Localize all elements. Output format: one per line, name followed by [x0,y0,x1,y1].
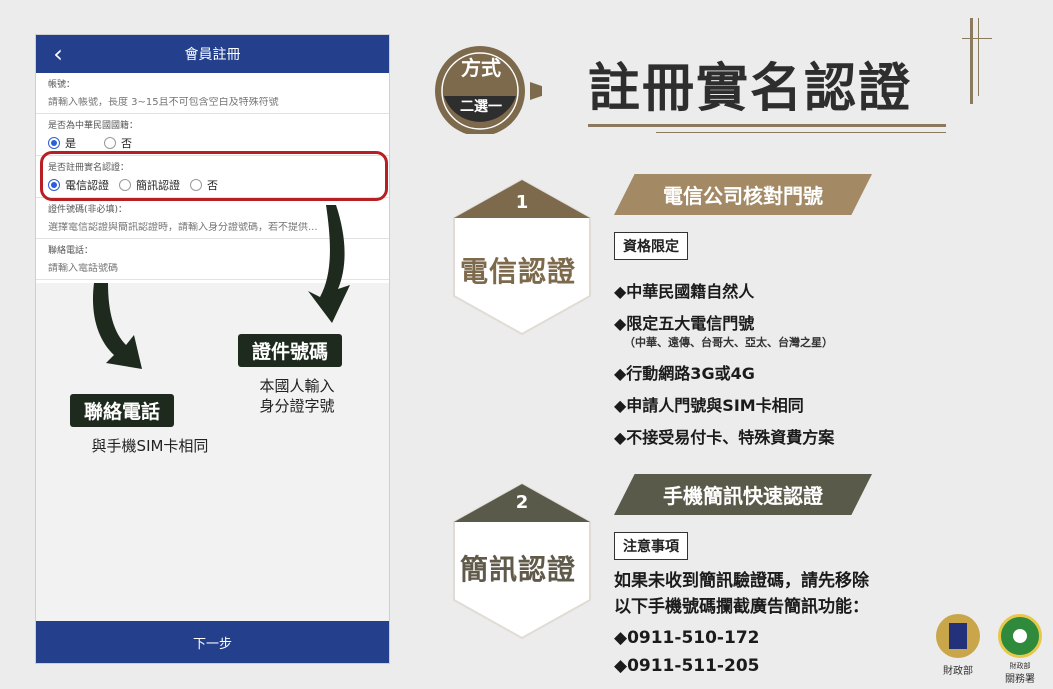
method2-notice-line2: 以下手機號碼攔截廣告簡訊功能： [614,597,869,617]
mof-logo: 財政部 [930,614,986,677]
title-vertical-line [970,18,973,104]
phone-callout-tag: 聯絡電話 [70,394,175,427]
method2-notice: 如果未收到簡訊驗證碼，請先移除 以下手機號碼攔截廣告簡訊功能： [614,568,869,620]
method1-bullet-2: ◆限定五大電信門號 [614,314,755,333]
title-cross-line [962,38,992,39]
customs-emblem-icon [998,614,1042,658]
phone-title: 會員註冊 [184,47,241,63]
arrow-down-right-icon [308,205,350,323]
nationality-yes-radio[interactable]: 是 [48,135,76,151]
back-arrow-icon[interactable]: ‹ [44,40,72,68]
method1-sub-note: （中華、遠傳、台哥大、亞太、台灣之星） [624,336,833,349]
title-underline-thin [656,132,946,133]
method2-number-2: ◆0911-511-205 [614,656,760,676]
method2-notice-line1: 如果未收到簡訊驗證碼，請先移除 [614,571,869,591]
nationality-label: 是否為中華民國國籍： [48,121,139,131]
method2-number-1: ◆0911-510-172 [614,628,760,648]
radio-checked-icon [48,137,60,149]
title-vertical-line-thin [978,18,979,96]
customs-sublabel: 財政部 [1009,662,1031,670]
method1-number: 1 [515,192,529,213]
id-callout-desc: 本國人輸入 身分證字號 [232,376,362,416]
page-title: 註冊實名認證 [588,59,913,119]
nationality-no-label: 否 [121,137,132,150]
phone-header: ‹ 會員註冊 [36,35,389,73]
account-label: 帳號： [48,80,76,90]
account-field: 帳號： [36,73,389,114]
method2-number: 2 [515,492,529,513]
nationality-yes-label: 是 [65,137,76,150]
nationality-field: 是否為中華民國國籍： 是 否 [36,114,389,156]
method1-bullet-5: ◆不接受易付卡、特殊資費方案 [614,428,835,447]
mof-label: 財政部 [943,666,973,677]
radio-unchecked-icon [104,137,116,149]
method1-bullet-4: ◆申請人門號與SIM卡相同 [614,396,804,415]
id-callout-line1: 本國人輸入 [259,377,335,395]
arrow-down-left-icon [92,283,142,369]
badge-top-text: 方式 [461,56,501,80]
phone-callout-desc: 與手機SIM卡相同 [91,437,209,455]
method1-bullet-1: ◆中華民國籍自然人 [614,282,755,301]
id-callout-line2: 身分證字號 [259,397,335,415]
method1-box-label: 資格限定 [614,232,688,260]
nationality-no-radio[interactable]: 否 [104,135,132,151]
method2-name: 簡訊認證 [460,553,577,586]
next-step-button[interactable]: 下一步 [36,621,389,663]
method1-name: 電信認證 [460,255,577,288]
mof-emblem-icon [936,614,980,658]
method2-box-label: 注意事項 [614,532,688,560]
title-underline [588,124,946,127]
customs-logo: 財政部 關務署 [992,614,1048,685]
account-input[interactable] [48,97,377,108]
id-callout-tag: 證件號碼 [238,334,343,367]
method1-bullet-3: ◆行動網路3G或4G [614,364,755,383]
method2-banner: 手機簡訊快速認證 [614,474,872,515]
badge-bottom-text: 二選一 [460,99,502,115]
method1-banner: 電信公司核對門號 [614,174,872,215]
customs-label: 關務署 [1005,674,1035,685]
highlight-frame [40,151,388,201]
